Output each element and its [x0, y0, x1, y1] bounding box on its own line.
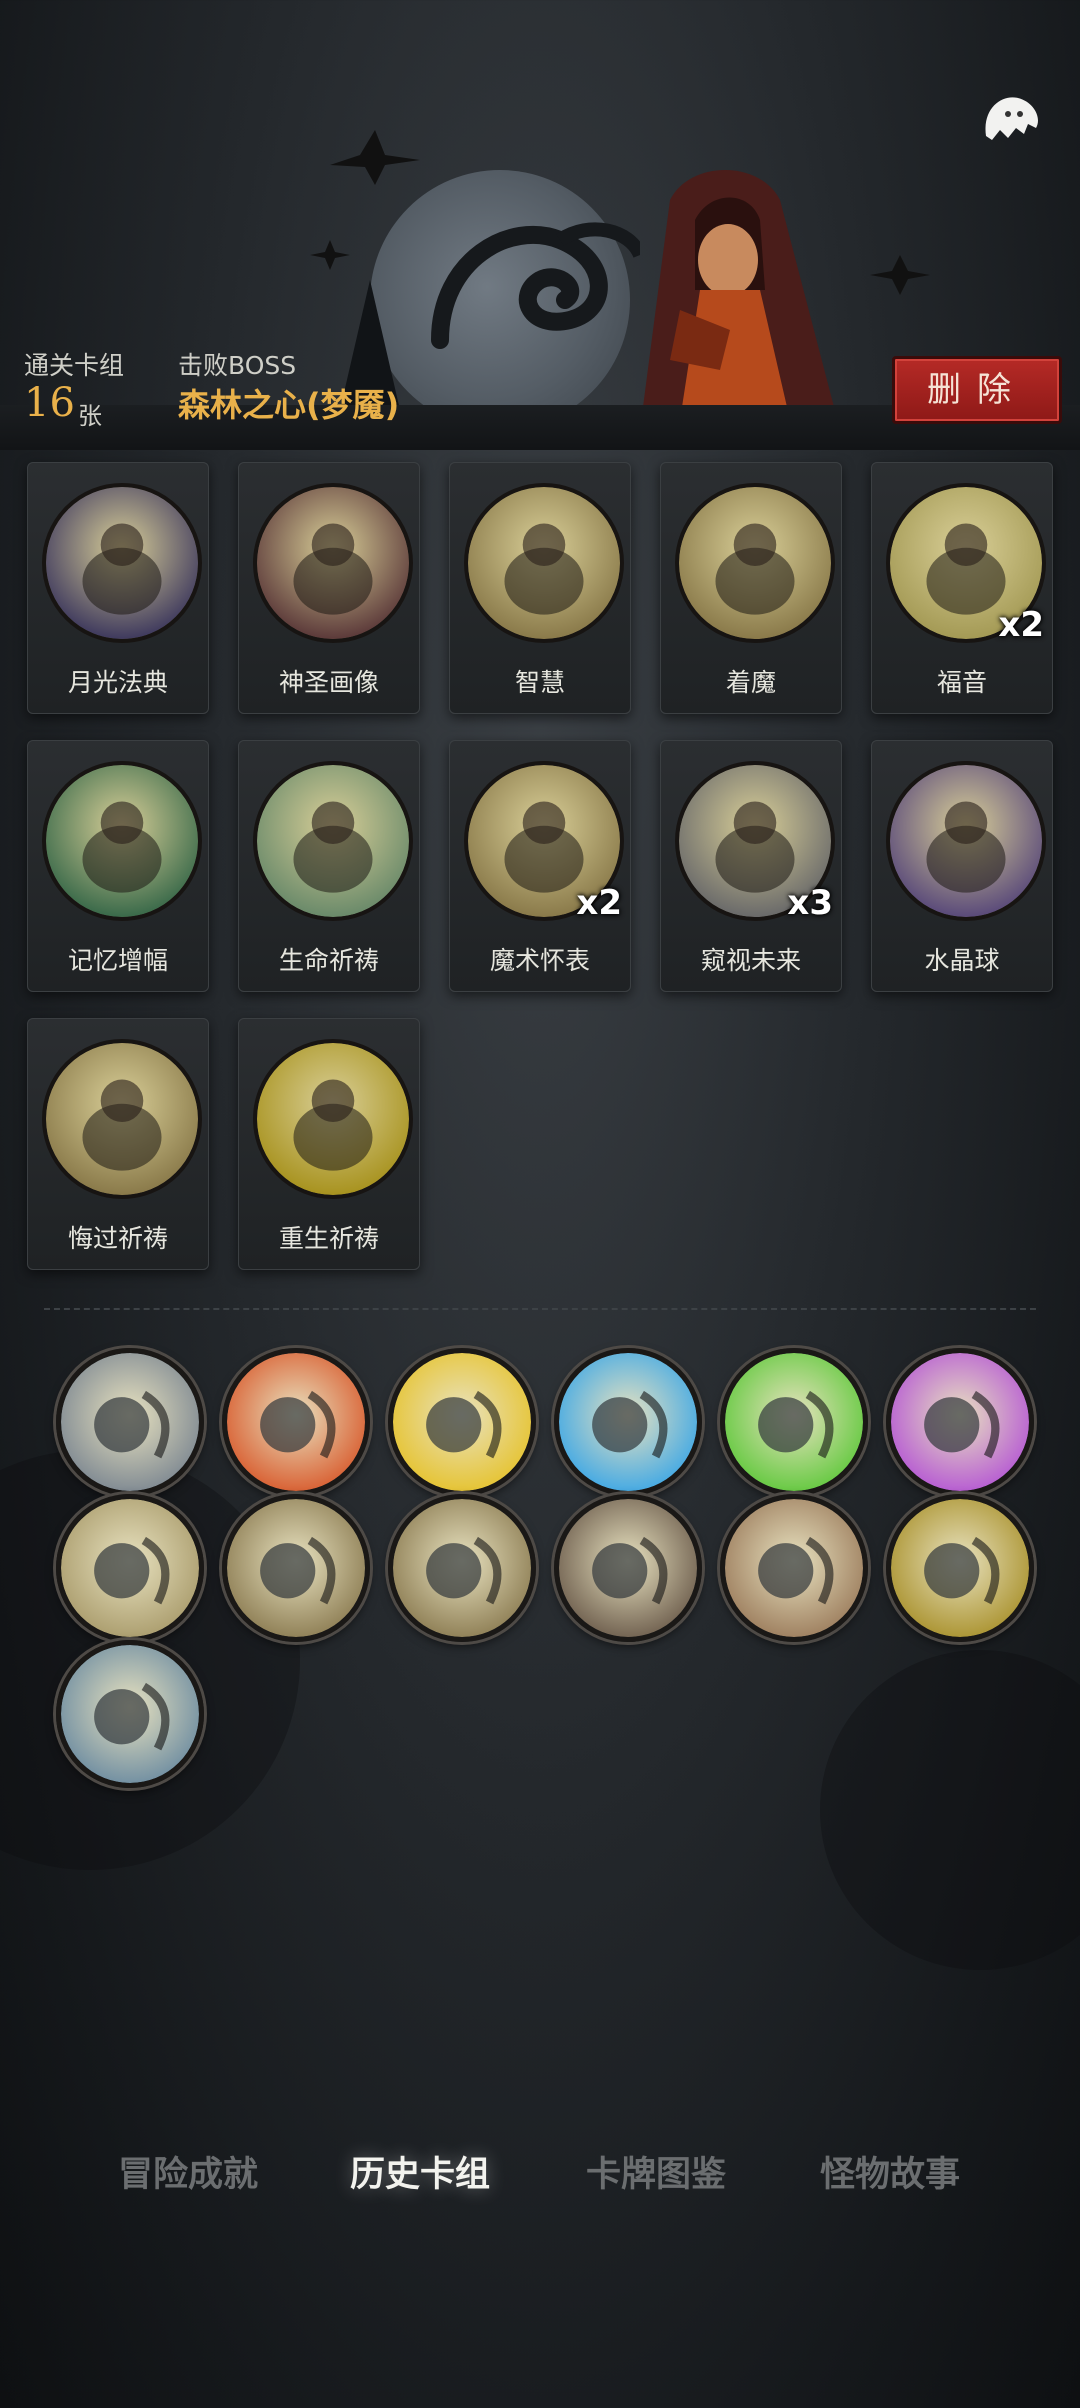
- card-name: 着魔: [725, 668, 776, 697]
- skull-blue-flame-icon[interactable]: [554, 1348, 702, 1496]
- card-item[interactable]: x2 魔术怀表: [449, 740, 631, 992]
- card-item[interactable]: x2 福音: [871, 462, 1053, 714]
- card-name: 水晶球: [924, 946, 1000, 975]
- repentance-prayer-icon: [46, 1043, 198, 1195]
- card-art: [253, 1039, 413, 1199]
- card-name: 福音: [936, 668, 987, 697]
- dagger-book-relic-icon[interactable]: [554, 1494, 702, 1642]
- twin-girls-relic-icon[interactable]: [56, 1494, 204, 1642]
- deck-label: 通关卡组: [24, 351, 125, 380]
- deck-count: 16: [24, 380, 75, 426]
- delete-button[interactable]: 删除: [892, 356, 1062, 424]
- card-art: [675, 483, 835, 643]
- blade-relic-icon[interactable]: [222, 1494, 370, 1642]
- memory-boost-icon: [46, 765, 198, 917]
- card-item[interactable]: 生命祈祷: [238, 740, 420, 992]
- card-multiplier: x2: [576, 883, 622, 923]
- deck-unit: 张: [78, 402, 102, 430]
- knife-relic-icon[interactable]: [56, 1640, 204, 1788]
- moon-hood-relic-icon[interactable]: [56, 1348, 204, 1496]
- card-item[interactable]: 重生祈祷: [238, 1018, 420, 1270]
- card-art: [886, 761, 1046, 921]
- card-art: [42, 1039, 202, 1199]
- card-multiplier: x2: [998, 605, 1044, 645]
- card-item[interactable]: 神圣画像: [238, 462, 420, 714]
- tab-history-decks[interactable]: 历史卡组: [350, 2146, 490, 2206]
- tab-adventure-achievements[interactable]: 冒险成就: [118, 2146, 258, 2206]
- card-multiplier: x3: [787, 883, 833, 923]
- bat-icon: [870, 255, 930, 295]
- card-name: 记忆增幅: [67, 946, 168, 975]
- card-art: [253, 761, 413, 921]
- crystal-ball-icon: [890, 765, 1042, 917]
- card-art: [253, 483, 413, 643]
- rebirth-prayer-icon: [257, 1043, 409, 1195]
- holy-portrait-icon: [257, 487, 409, 639]
- brute-relic-icon[interactable]: [720, 1494, 868, 1642]
- header-banner: 通关卡组 16 张 击败BOSS 森林之心(梦魇) 删除: [0, 0, 1080, 450]
- red-demon-relic-icon[interactable]: [886, 1494, 1034, 1642]
- bat-icon: [310, 240, 350, 270]
- card-art: [42, 483, 202, 643]
- bat-icon: [330, 130, 420, 185]
- card-name: 神圣画像: [278, 668, 379, 697]
- card-name: 悔过祈祷: [67, 1224, 168, 1253]
- card-name: 重生祈祷: [278, 1224, 379, 1253]
- hooded-hero-illustration: [640, 170, 840, 430]
- card-name: 生命祈祷: [278, 946, 379, 975]
- card-item[interactable]: 悔过祈祷: [27, 1018, 209, 1270]
- card-name: 魔术怀表: [489, 946, 590, 975]
- card-item[interactable]: 记忆增幅: [27, 740, 209, 992]
- card-item[interactable]: 智慧: [449, 462, 631, 714]
- tab-card-compendium[interactable]: 卡牌图鉴: [586, 2146, 726, 2206]
- skull-yellow-flame-icon[interactable]: [388, 1348, 536, 1496]
- moonlight-codex-icon: [46, 487, 198, 639]
- card-item[interactable]: 着魔: [660, 462, 842, 714]
- possessed-icon: [679, 487, 831, 639]
- card-item[interactable]: 水晶球: [871, 740, 1053, 992]
- wisdom-icon: [468, 487, 620, 639]
- card-name: 月光法典: [67, 668, 168, 697]
- boss-label: 击败BOSS: [178, 351, 297, 380]
- card-item[interactable]: 月光法典: [27, 462, 209, 714]
- background-shadow: [820, 1650, 1080, 1970]
- skull-red-flame-icon[interactable]: [222, 1348, 370, 1496]
- ghost-icon[interactable]: [972, 88, 1044, 148]
- skull-purple-flame-icon[interactable]: [886, 1348, 1034, 1496]
- section-divider: [44, 1308, 1036, 1310]
- card-name: 智慧: [514, 668, 565, 697]
- card-art: [464, 483, 624, 643]
- tab-monster-stories[interactable]: 怪物故事: [820, 2146, 960, 2206]
- card-name: 窥视未来: [700, 946, 801, 975]
- life-prayer-icon: [257, 765, 409, 917]
- boss-name: 森林之心(梦魇): [178, 386, 400, 424]
- card-art: [42, 761, 202, 921]
- card-item[interactable]: x3 窥视未来: [660, 740, 842, 992]
- skull-green-flame-icon[interactable]: [720, 1348, 868, 1496]
- priest-relic-icon[interactable]: [388, 1494, 536, 1642]
